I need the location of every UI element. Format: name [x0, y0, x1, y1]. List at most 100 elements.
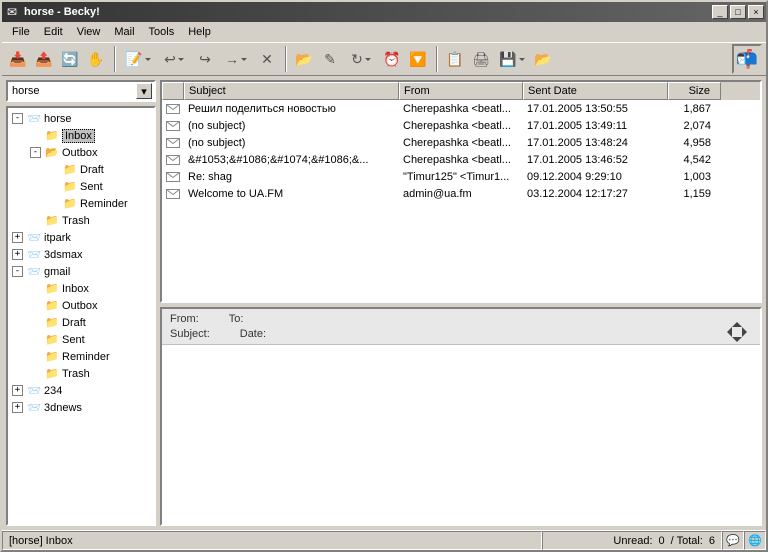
folder-icon: 📂: [44, 146, 60, 160]
menu-mail[interactable]: Mail: [108, 24, 140, 40]
tree-node[interactable]: 📁Draft: [8, 314, 154, 331]
envelope-icon: [162, 189, 184, 199]
tree-node[interactable]: +📨3dsmax: [8, 246, 154, 263]
message-row[interactable]: &#1053;&#1086;&#1074;&#1086;&...Cherepas…: [162, 151, 760, 168]
tree-label: Draft: [80, 164, 104, 176]
collapse-icon[interactable]: -: [30, 147, 41, 158]
filter-button[interactable]: 🔽: [406, 47, 430, 71]
folder-pane: horse ▾ -📨horse📁Inbox-📂Outbox📁Draft📁Sent…: [6, 80, 156, 526]
expand-icon[interactable]: +: [12, 385, 23, 396]
tree-node[interactable]: 📁Inbox: [8, 280, 154, 297]
preview-from-label: From:: [170, 313, 199, 325]
expand-icon[interactable]: +: [12, 402, 23, 413]
reply-button[interactable]: ↩: [157, 47, 191, 71]
cell-date: 17.01.2005 13:50:55: [523, 103, 668, 115]
tree-node[interactable]: 📁Reminder: [8, 348, 154, 365]
folder-icon: 📨: [26, 265, 42, 279]
column-header-from[interactable]: From: [399, 82, 523, 100]
collapse-icon[interactable]: -: [12, 113, 23, 124]
message-row[interactable]: Re: shag"Timur125" <Timur1...09.12.2004 …: [162, 168, 760, 185]
status-online-icon[interactable]: 🌐: [744, 531, 766, 550]
message-rows[interactable]: Решил поделиться новостьюCherepashka <be…: [162, 100, 760, 301]
expand-icon[interactable]: +: [12, 249, 23, 260]
tree-node[interactable]: -📂Outbox: [8, 144, 154, 161]
tree-node[interactable]: 📁Inbox: [8, 127, 154, 144]
tree-label: horse: [44, 113, 72, 125]
folder-icon: 📁: [44, 129, 60, 143]
tree-node[interactable]: +📨234: [8, 382, 154, 399]
message-row[interactable]: Решил поделиться новостьюCherepashka <be…: [162, 100, 760, 117]
save-button[interactable]: 💾: [495, 47, 529, 71]
menu-view[interactable]: View: [71, 24, 107, 40]
tree-spacer: [48, 164, 59, 175]
column-headers: Subject From Sent Date Size: [162, 82, 760, 100]
reminder-button[interactable]: ⏰: [380, 47, 404, 71]
message-row[interactable]: (no subject)Cherepashka <beatl...17.01.2…: [162, 117, 760, 134]
nav-right-icon[interactable]: [742, 327, 752, 337]
tree-spacer: [30, 215, 41, 226]
delete-button[interactable]: ✕: [255, 47, 279, 71]
tree-node[interactable]: 📁Sent: [8, 178, 154, 195]
maximize-button[interactable]: □: [730, 5, 746, 19]
status-total-label: / Total:: [671, 535, 703, 547]
folder-tree[interactable]: -📨horse📁Inbox-📂Outbox📁Draft📁Sent📁Reminde…: [6, 106, 156, 526]
status-chat-icon[interactable]: 💬: [722, 531, 744, 550]
column-header-sent[interactable]: Sent Date: [523, 82, 668, 100]
tree-node[interactable]: -📨horse: [8, 110, 154, 127]
open-button[interactable]: 📂: [531, 47, 555, 71]
redo-button[interactable]: ↻: [344, 47, 378, 71]
collapse-icon[interactable]: -: [12, 266, 23, 277]
tree-node[interactable]: -📨gmail: [8, 263, 154, 280]
tree-node[interactable]: +📨3dnews: [8, 399, 154, 416]
tree-label: Reminder: [80, 198, 128, 210]
account-selector[interactable]: horse ▾: [6, 80, 156, 102]
cell-date: 09.12.2004 9:29:10: [523, 171, 668, 183]
dropdown-arrow-icon[interactable]: ▾: [136, 83, 152, 99]
replyall-button[interactable]: ↪: [193, 47, 217, 71]
tree-label: gmail: [44, 266, 70, 278]
move-button[interactable]: 📂: [292, 47, 316, 71]
menu-help[interactable]: Help: [182, 24, 217, 40]
cell-from: Cherepashka <beatl...: [399, 137, 523, 149]
tree-node[interactable]: 📁Trash: [8, 365, 154, 382]
tree-node[interactable]: 📁Outbox: [8, 297, 154, 314]
tree-node[interactable]: 📁Sent: [8, 331, 154, 348]
menu-file[interactable]: File: [6, 24, 36, 40]
titlebar[interactable]: ✉ horse - Becky! _ □ ×: [2, 2, 766, 22]
cell-subject: Re: shag: [184, 171, 399, 183]
app-window: ✉ horse - Becky! _ □ × File Edit View Ma…: [0, 0, 768, 552]
toolbar-separator: [285, 46, 286, 72]
folder-icon: 📁: [44, 282, 60, 296]
info-icon[interactable]: 📬: [732, 44, 762, 74]
tree-label: Inbox: [62, 283, 89, 295]
compose-button[interactable]: 📝: [121, 47, 155, 71]
menu-tools[interactable]: Tools: [143, 24, 181, 40]
preview-nav[interactable]: [722, 317, 752, 347]
print-button[interactable]: 🖨: [469, 47, 493, 71]
close-button[interactable]: ×: [748, 5, 764, 19]
message-row[interactable]: (no subject)Cherepashka <beatl...17.01.2…: [162, 134, 760, 151]
column-header-subject[interactable]: Subject: [184, 82, 399, 100]
column-header-icon[interactable]: [162, 82, 184, 100]
message-row[interactable]: Welcome to UA.FMadmin@ua.fm03.12.2004 12…: [162, 185, 760, 202]
nav-up-icon[interactable]: [732, 317, 742, 327]
tree-node[interactable]: +📨itpark: [8, 229, 154, 246]
tree-node[interactable]: 📁Draft: [8, 161, 154, 178]
edit-button[interactable]: ✎: [318, 47, 342, 71]
send-button[interactable]: 📤: [32, 47, 56, 71]
copy-button[interactable]: 📋: [443, 47, 467, 71]
tree-node[interactable]: 📁Reminder: [8, 195, 154, 212]
forward-button[interactable]: →: [219, 47, 253, 71]
minimize-button[interactable]: _: [712, 5, 728, 19]
sendreceive-button[interactable]: 🔄: [58, 47, 82, 71]
stop-button[interactable]: ✋: [84, 47, 108, 71]
receive-button[interactable]: 📥: [6, 47, 30, 71]
nav-down-icon[interactable]: [732, 337, 742, 347]
nav-left-icon[interactable]: [722, 327, 732, 337]
cell-date: 17.01.2005 13:46:52: [523, 154, 668, 166]
menu-edit[interactable]: Edit: [38, 24, 69, 40]
column-header-size[interactable]: Size: [668, 82, 721, 100]
expand-icon[interactable]: +: [12, 232, 23, 243]
tree-node[interactable]: 📁Trash: [8, 212, 154, 229]
message-list: Subject From Sent Date Size Решил подели…: [160, 80, 762, 303]
